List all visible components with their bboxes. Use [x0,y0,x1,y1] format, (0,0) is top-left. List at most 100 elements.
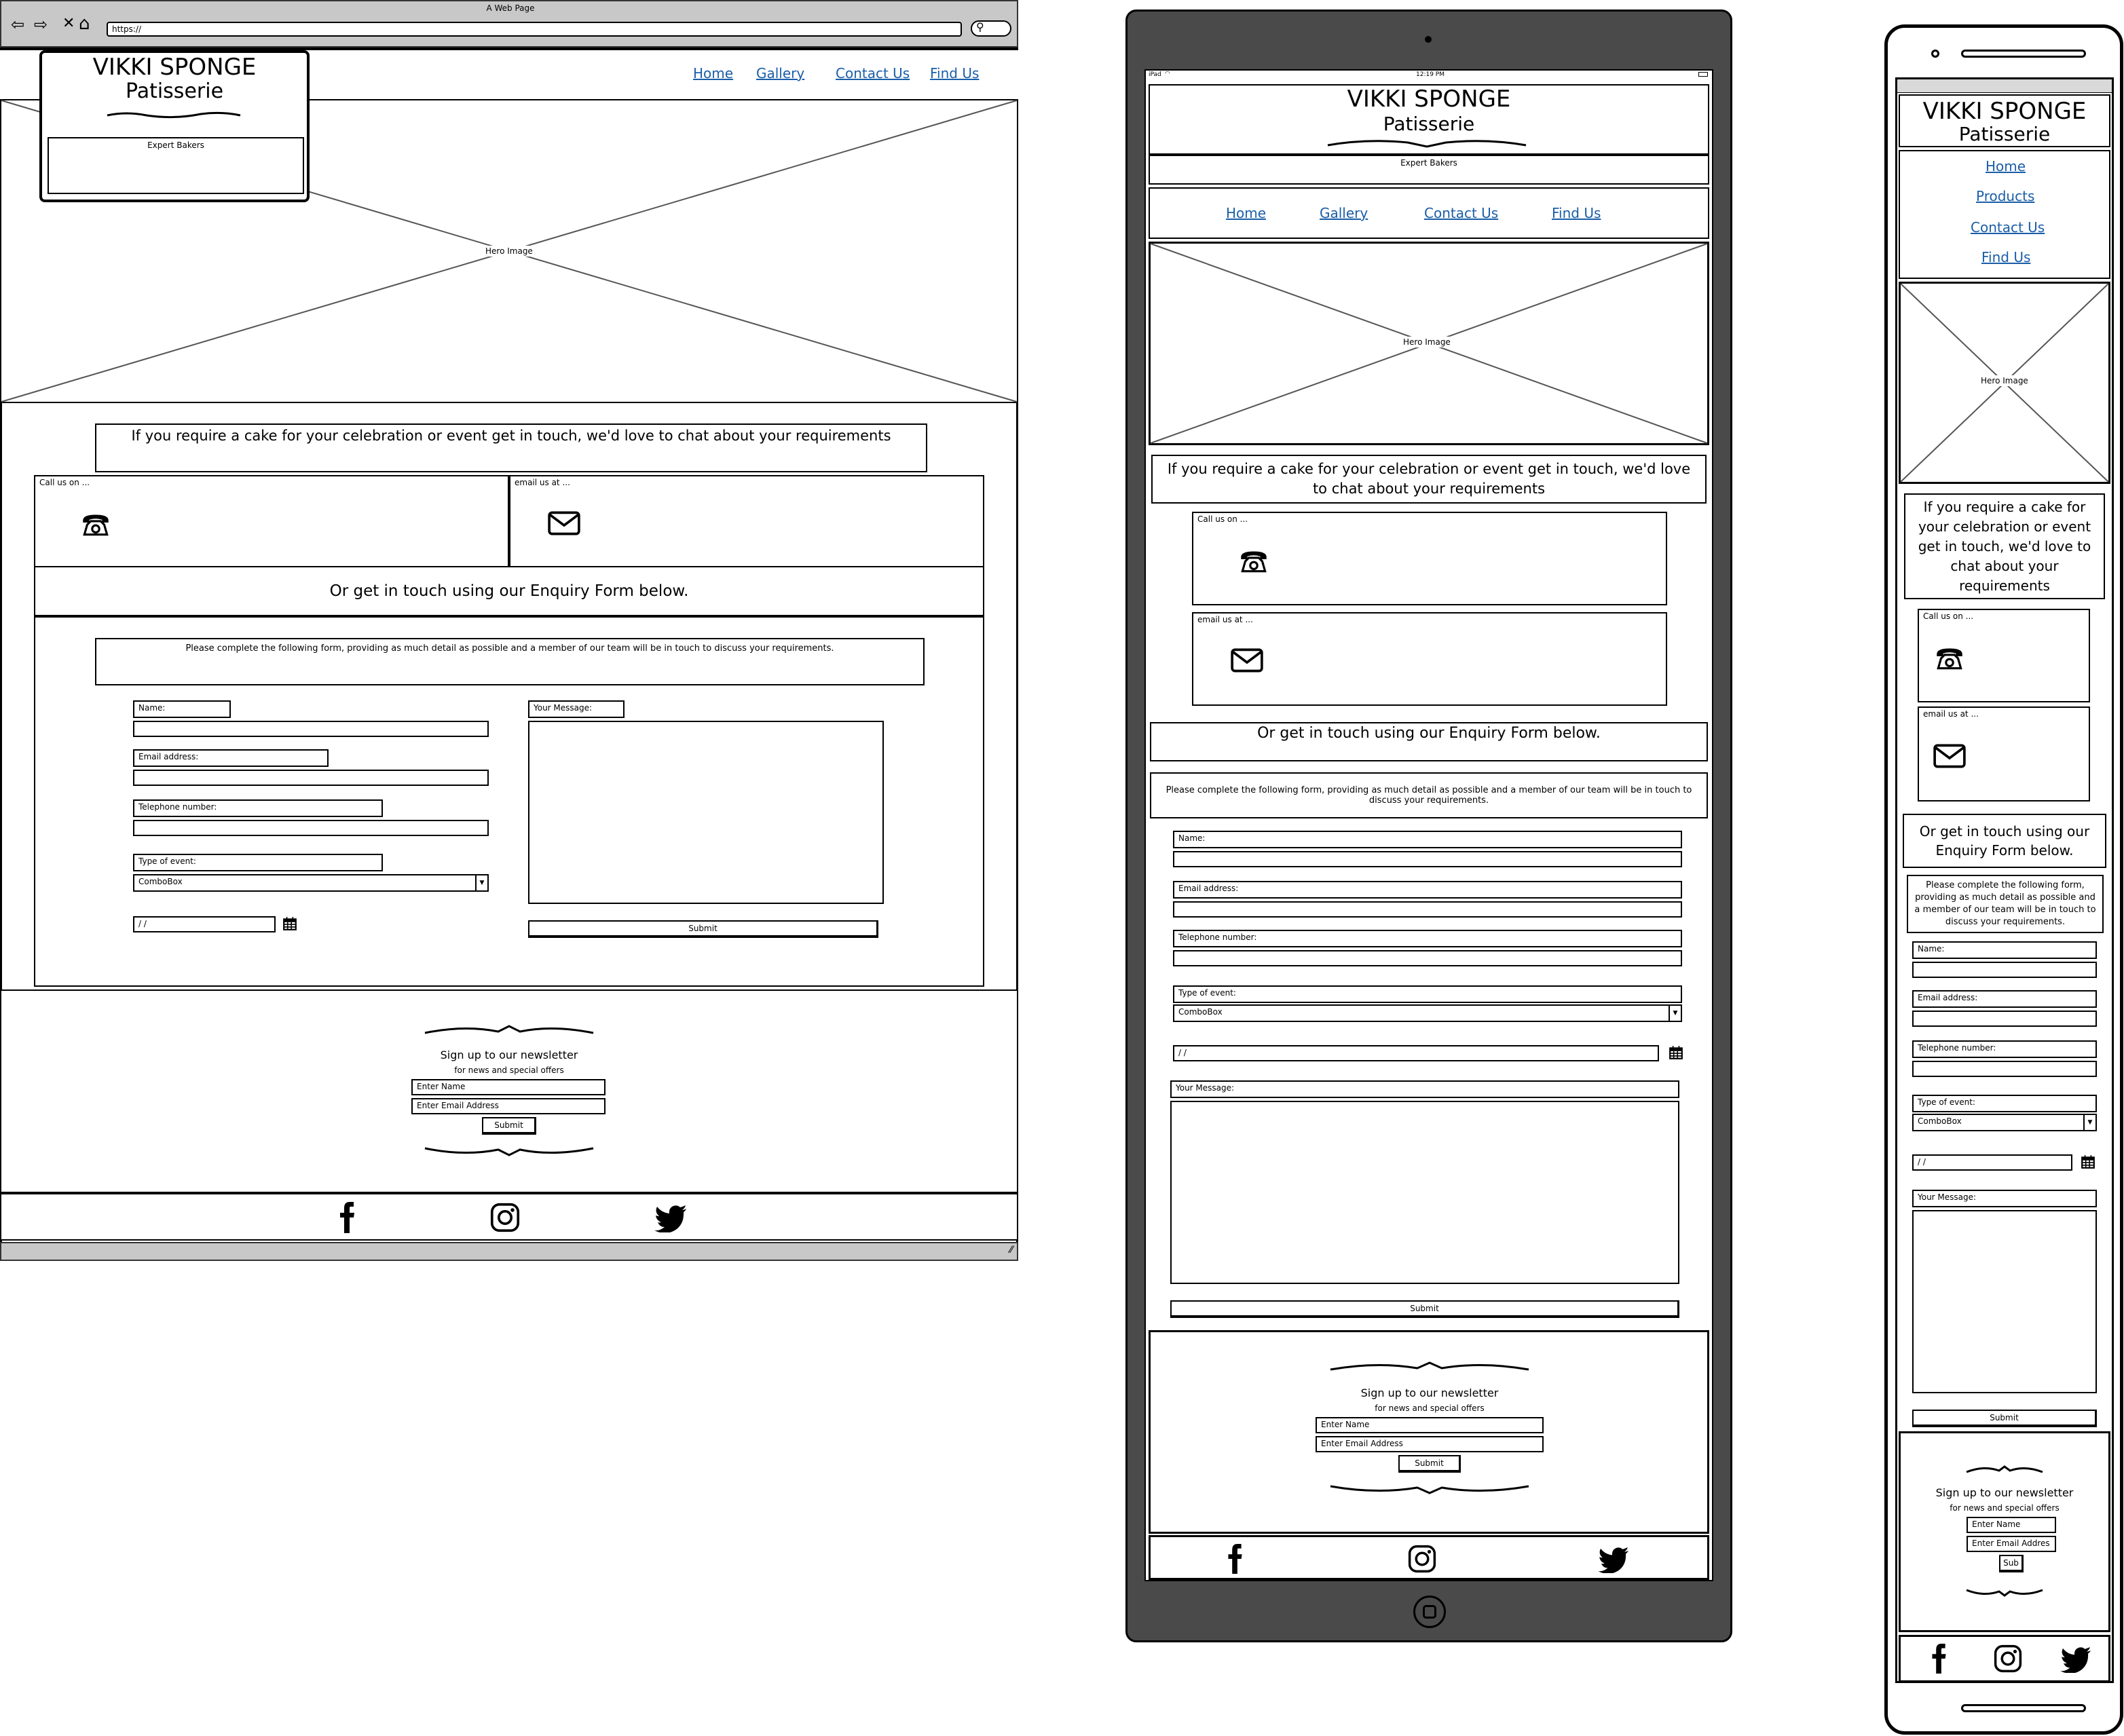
stop-icon[interactable]: ✕ [62,15,75,32]
phone-phone-input[interactable] [1912,1061,2097,1077]
nav-contact[interactable]: Contact Us [836,65,910,81]
tablet-email-box: email us at ... [1192,612,1667,706]
facebook-icon[interactable] [339,1201,356,1234]
phone-event-label: Type of event: [1912,1095,2097,1112]
desktop-form-intro: Please complete the following form, prov… [95,638,925,685]
nav-find-us[interactable]: Find Us [930,65,979,81]
tablet-message-textarea[interactable] [1170,1101,1679,1284]
status-time: 12:19 PM [1416,71,1445,78]
tablet-combo-value: ComboBox [1178,1007,1223,1017]
email-label: email us at ... [515,478,570,487]
desktop-mockup: A Web Page ⇦ ⇨ ✕ ⌂ https:// ⚲ Hero Image… [0,0,1018,1262]
twitter-icon[interactable] [654,1205,687,1232]
phone-message-label: Your Message: [1912,1190,2097,1207]
tablet-nav-gallery[interactable]: Gallery [1320,205,1368,221]
tablet-twitter-icon[interactable] [1598,1547,1629,1573]
message-textarea[interactable] [528,721,884,904]
phone-message-textarea[interactable] [1912,1210,2097,1393]
submit-button[interactable]: Submit [528,920,878,938]
phone-newsletter-subtitle: for news and special offers [1950,1503,2060,1513]
newsletter-name-input[interactable]: Enter Name [411,1079,605,1095]
phone-nav-home[interactable]: Home [1986,158,2026,174]
nav-home[interactable]: Home [693,65,733,81]
phone-newsletter-submit-button[interactable]: Sub [1999,1555,2024,1572]
wifi-icon: ◠ [1165,71,1170,77]
event-label: Type of event: [133,854,383,871]
phone-newsletter-title: Sign up to our newsletter [1935,1486,2074,1499]
phone-chevron-down-icon: ▼ [2083,1115,2095,1130]
phone-newsletter-email-input[interactable]: Enter Email Addres [1967,1536,2056,1552]
phone-newsletter-name-input[interactable]: Enter Name [1967,1517,2056,1533]
phone-email-box: email us at ... [1918,706,2090,801]
event-combobox[interactable]: ComboBox ▼ [133,874,489,892]
name-input[interactable] [133,721,489,737]
tablet-event-combobox[interactable]: ComboBox ▼ [1173,1004,1682,1022]
back-arrow-icon[interactable]: ⇦ [11,15,24,34]
tablet-nav-contact[interactable]: Contact Us [1424,205,1498,221]
tagline-box: Expert Bakers [48,137,304,194]
phone-twitter-icon[interactable] [2060,1647,2091,1673]
tablet-nav-find-us[interactable]: Find Us [1552,205,1601,221]
search-button[interactable]: ⚲ [971,20,1011,37]
message-label: Your Message: [528,700,625,718]
home-button-inner [1423,1605,1436,1619]
phone-input[interactable] [133,820,489,836]
phone-calendar-icon[interactable] [2081,1154,2095,1169]
phone-envelope-icon [1933,743,1967,769]
tablet-envelope-icon [1230,647,1264,673]
tablet-event-label: Type of event: [1173,985,1682,1003]
browser-chrome: A Web Page ⇦ ⇨ ✕ ⌂ https:// ⚲ [0,0,1018,48]
phone-screen: VIKKI SPONGE Patisserie Home Products Co… [1895,77,2114,1683]
tablet-brand-subtitle: Patisserie [1383,112,1475,135]
phone-call-label: Call us on ... [1923,611,1974,621]
tablet-calendar-icon[interactable] [1669,1045,1683,1060]
calendar-icon[interactable] [282,916,297,931]
forward-arrow-icon[interactable]: ⇨ [34,15,48,34]
call-label: Call us on ... [39,478,90,487]
tablet-email-label: email us at ... [1197,615,1253,624]
newsletter-submit-button[interactable]: Submit [482,1117,536,1135]
address-bar[interactable]: https:// [107,22,962,37]
instagram-icon[interactable] [490,1203,520,1232]
phone-email-label-field: Email address: [1912,990,2097,1008]
phone-flourish-bottom [1966,1589,2043,1597]
flourish-top [424,1025,594,1034]
email-input[interactable] [133,770,489,786]
home-icon[interactable]: ⌂ [79,14,90,34]
tablet-submit-button[interactable]: Submit [1170,1300,1679,1318]
date-input[interactable]: / / [133,916,276,932]
phone-nav-contact[interactable]: Contact Us [1971,219,2045,235]
phone-facebook-icon[interactable] [1931,1643,1948,1674]
phone-event-combobox[interactable]: ComboBox ▼ [1912,1114,2097,1131]
flourish-bottom [424,1147,594,1156]
tablet-name-label: Name: [1173,831,1682,848]
tablet-date-input[interactable]: / / [1173,1045,1659,1061]
phone-name-input[interactable] [1912,962,2097,978]
phone-email-label: email us at ... [1923,709,1979,719]
tablet-instagram-icon[interactable] [1408,1545,1436,1573]
tablet-phone-input[interactable] [1173,950,1682,966]
tablet-intro: If you require a cake for your celebrati… [1151,455,1707,504]
tablet-newsletter-submit-button[interactable]: Submit [1398,1455,1461,1473]
phone-submit-button[interactable]: Submit [1912,1410,2097,1427]
home-button-icon[interactable] [1413,1596,1446,1628]
tablet-or-text: Or get in touch using our Enquiry Form b… [1150,722,1708,761]
nav-gallery[interactable]: Gallery [756,65,804,81]
tablet-email-input[interactable] [1173,901,1682,918]
flourish [107,111,241,119]
tablet-email-label-field: Email address: [1173,881,1682,899]
tablet-name-input[interactable] [1173,851,1682,867]
tablet-newsletter-email-input[interactable]: Enter Email Address [1316,1436,1544,1452]
tablet-nav-home[interactable]: Home [1226,205,1266,221]
phone-nav-find-us[interactable]: Find Us [1981,249,2030,265]
newsletter-email-input[interactable]: Enter Email Address [411,1098,605,1114]
phone-nav-products[interactable]: Products [1976,188,2034,204]
phone-email-input[interactable] [1912,1011,2097,1027]
phone-instagram-icon[interactable] [1994,1644,2022,1673]
tablet-newsletter-name-input[interactable]: Enter Name [1316,1417,1544,1433]
tablet-facebook-icon[interactable] [1227,1543,1244,1574]
resize-handle[interactable]: ⁄⁄ [1009,1245,1013,1256]
phone-date-input[interactable]: / / [1912,1154,2072,1171]
phone-camera-icon [1931,50,1939,58]
newsletter-subtitle: for news and special offers [454,1065,564,1075]
